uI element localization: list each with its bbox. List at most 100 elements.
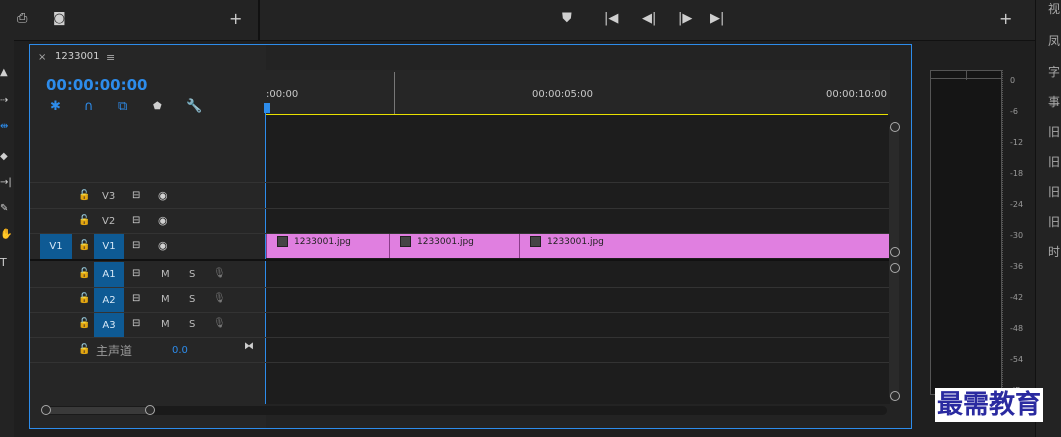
side-tab[interactable]: 旧 [1044, 213, 1061, 230]
side-tab[interactable]: 旧 [1044, 153, 1061, 170]
eye-icon[interactable]: ◉ [158, 214, 168, 228]
lock-icon[interactable]: 🔓 [78, 214, 90, 228]
solo-button[interactable]: S [189, 269, 195, 280]
sync-lock-icon[interactable]: ⊟ [132, 292, 140, 306]
clip[interactable]: 1233001.jpg [519, 234, 890, 258]
clip-label: 1233001.jpg [547, 237, 604, 247]
zoom-scrollbar[interactable] [41, 406, 887, 415]
microphone-icon[interactable]: 🎙 [213, 292, 226, 306]
vertical-scrollbar[interactable] [889, 127, 899, 397]
sync-lock-icon[interactable]: ⊟ [132, 189, 140, 203]
pen-tool-icon[interactable]: ✎ [0, 202, 8, 216]
mute-button[interactable]: M [161, 294, 170, 305]
step-forward-icon[interactable]: |▶ [678, 12, 692, 26]
track-divider [30, 312, 890, 313]
ruler-major-tick [394, 72, 395, 114]
clip-label: 1233001.jpg [417, 237, 474, 247]
slip-tool-icon[interactable]: →| [0, 176, 12, 190]
track-target-a1[interactable]: A1 [94, 262, 124, 287]
program-monitor-toolbar [0, 0, 1061, 41]
meter-channel-divider [966, 70, 967, 80]
add-marker-icon[interactable]: ⛊ [562, 12, 572, 26]
add-control-icon[interactable]: + [999, 11, 1012, 27]
eye-icon[interactable]: ◉ [158, 189, 168, 203]
sync-lock-icon[interactable]: ⊟ [132, 317, 140, 331]
razor-tool-icon[interactable]: ◆ [0, 150, 8, 164]
linked-selection-icon[interactable]: ⧉ [118, 100, 127, 114]
image-clip-icon [530, 236, 541, 247]
camera-icon[interactable]: ◙ [53, 12, 66, 26]
track-name-v3: V3 [102, 191, 116, 202]
lock-icon[interactable]: 🔓 [78, 239, 90, 253]
track-divider [30, 208, 890, 209]
side-tab[interactable]: 旧 [1044, 123, 1061, 140]
watermark: 最需教育 [935, 388, 1044, 422]
scroll-knob[interactable] [890, 263, 900, 273]
lock-icon[interactable]: 🔓 [78, 292, 90, 306]
microphone-icon[interactable]: 🎙 [213, 317, 226, 331]
clip[interactable]: 1233001.jpg [389, 234, 519, 258]
scroll-knob[interactable] [890, 391, 900, 401]
solo-button[interactable]: S [189, 294, 195, 305]
source-patch-v1[interactable]: V1 [40, 234, 72, 259]
timeline-settings-icon[interactable]: 🔧 [186, 100, 202, 114]
timecode-display[interactable]: 00:00:00:00 [46, 76, 148, 94]
insert-overwrite-icon[interactable]: ✱ [50, 100, 61, 114]
zoom-scroll-thumb[interactable] [44, 407, 152, 414]
track-target-a3[interactable]: A3 [94, 313, 124, 337]
meter-scale-ruler [1002, 70, 1005, 395]
lock-icon[interactable]: 🔓 [78, 189, 90, 203]
add-marker-timeline-icon[interactable]: ⬟ [153, 100, 162, 114]
sync-lock-icon[interactable]: ⊟ [132, 267, 140, 281]
ripple-edit-tool-icon[interactable]: ⇹ [0, 120, 8, 134]
mute-button[interactable]: M [161, 269, 170, 280]
side-tab[interactable]: 旧 [1044, 183, 1061, 200]
lock-icon[interactable]: 🔓 [78, 343, 90, 357]
image-clip-icon [400, 236, 411, 247]
track-divider [30, 362, 890, 363]
ruler-tick-label: 00:00:05:00 [532, 89, 594, 100]
track-target-v1[interactable]: V1 [94, 234, 124, 259]
panel-divider [258, 0, 260, 40]
sync-lock-icon[interactable]: ⊟ [132, 239, 140, 253]
lock-icon[interactable]: 🔓 [78, 267, 90, 281]
go-to-in-icon[interactable]: |◀ [604, 12, 618, 26]
add-button-icon[interactable]: + [229, 11, 242, 27]
selection-tool-icon[interactable]: ▲ [0, 66, 8, 80]
track-target-a2[interactable]: A2 [94, 288, 124, 312]
microphone-icon[interactable]: 🎙 [213, 267, 226, 281]
track-divider [30, 337, 890, 338]
go-to-out-icon[interactable]: ▶| [710, 12, 724, 26]
go-to-end-icon[interactable]: ⧓ [244, 340, 254, 354]
zoom-handle-left[interactable] [41, 405, 51, 415]
playhead-handle[interactable] [264, 103, 270, 113]
clip[interactable]: 1233001.jpg [266, 234, 389, 258]
video-audio-divider [30, 259, 890, 261]
step-back-icon[interactable]: ◀| [642, 12, 656, 26]
side-tab[interactable]: 事 [1044, 93, 1061, 110]
master-track-label: 主声道 [96, 344, 133, 358]
sequence-tab-label[interactable]: 1233001 [55, 51, 100, 62]
sync-lock-icon[interactable]: ⊟ [132, 214, 140, 228]
scroll-knob[interactable] [890, 247, 900, 257]
side-tab[interactable]: 视 [1044, 0, 1061, 17]
track-divider [30, 182, 890, 183]
master-volume-value[interactable]: 0.0 [172, 345, 188, 356]
solo-button[interactable]: S [189, 319, 195, 330]
tab-menu-icon[interactable]: ≡ [106, 51, 115, 64]
type-tool-icon[interactable]: T [0, 256, 7, 270]
snap-icon[interactable]: ∩ [84, 100, 94, 114]
zoom-handle-right[interactable] [145, 405, 155, 415]
side-tab[interactable]: 凤 [1044, 32, 1061, 49]
track-select-tool-icon[interactable]: ⇢ [0, 94, 8, 108]
eye-icon[interactable]: ◉ [158, 239, 168, 253]
mute-button[interactable]: M [161, 319, 170, 330]
scroll-knob[interactable] [890, 122, 900, 132]
export-frame-icon[interactable]: ⎙ [17, 12, 27, 26]
hand-tool-icon[interactable]: ✋ [0, 228, 12, 242]
track-name-v2: V2 [102, 216, 116, 227]
close-tab-icon[interactable]: × [38, 52, 46, 63]
lock-icon[interactable]: 🔓 [78, 317, 90, 331]
side-tab[interactable]: 字 [1044, 63, 1061, 80]
side-tab[interactable]: 时 [1044, 243, 1061, 260]
